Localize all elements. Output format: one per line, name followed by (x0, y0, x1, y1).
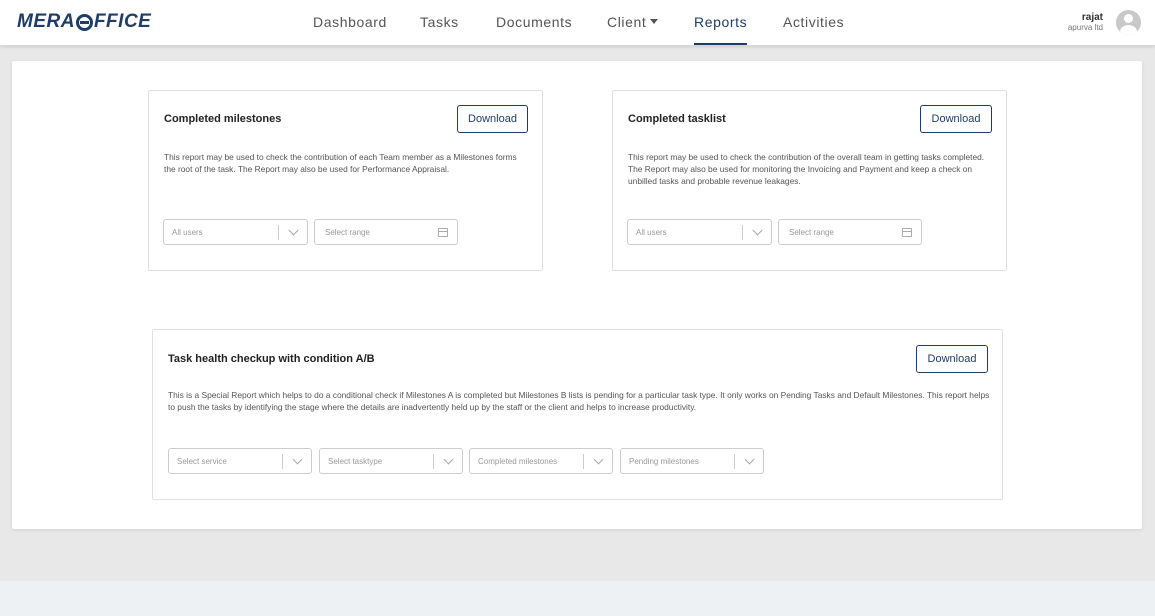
users-select[interactable]: All users (163, 219, 308, 245)
user-info[interactable]: rajat apurva ltd (1068, 12, 1103, 32)
users-select[interactable]: All users (627, 219, 772, 245)
date-range-picker[interactable]: Select range (778, 219, 922, 245)
download-button[interactable]: Download (920, 105, 992, 133)
chevron-down-icon (752, 225, 763, 236)
nav-item-reports[interactable]: Reports (694, 14, 748, 45)
avatar-body (1120, 25, 1137, 35)
card-description: This report may be used to check the con… (628, 152, 985, 186)
download-button[interactable]: Download (916, 345, 988, 373)
calendar-icon (902, 228, 912, 237)
date-range-picker[interactable]: Select range (314, 219, 458, 245)
select-separator (742, 225, 743, 240)
chevron-down-icon (593, 454, 604, 465)
chevron-down-icon (292, 454, 303, 465)
avatar-head (1124, 14, 1133, 23)
avatar-icon[interactable] (1116, 10, 1141, 35)
report-card-task-health-checkup: Task health checkup with condition A/B D… (152, 329, 1003, 500)
nav-item-reports-label: Reports (694, 14, 748, 30)
select-separator (282, 454, 283, 469)
page-footer (0, 581, 1155, 616)
nav-item-documents[interactable]: Documents (496, 14, 572, 30)
select-placeholder: Completed milestones (478, 457, 558, 466)
report-card-completed-tasklist: Completed tasklist Download This report … (612, 90, 1007, 271)
card-description: This is a Special Report which helps to … (168, 390, 990, 412)
service-select[interactable]: Select service (168, 448, 312, 474)
calendar-icon (438, 228, 448, 237)
card-description: This report may be used to check the con… (164, 152, 517, 174)
select-placeholder: Select tasktype (328, 457, 383, 466)
chevron-down-icon (443, 454, 454, 465)
card-title: Completed milestones (164, 113, 282, 125)
nav-item-tasks[interactable]: Tasks (420, 14, 459, 30)
top-navbar: MERA FFICE Dashboard Tasks Documents Cli… (0, 0, 1155, 46)
nav-item-dashboard[interactable]: Dashboard (313, 14, 387, 30)
card-title: Completed tasklist (628, 113, 726, 125)
reports-panel: Completed milestones Download This repor… (12, 61, 1142, 529)
tasktype-select[interactable]: Select tasktype (319, 448, 463, 474)
download-button[interactable]: Download (457, 105, 528, 133)
pending-milestones-select[interactable]: Pending milestones (620, 448, 764, 474)
completed-milestones-select[interactable]: Completed milestones (469, 448, 613, 474)
select-separator (433, 454, 434, 469)
report-card-completed-milestones: Completed milestones Download This repor… (148, 90, 543, 271)
user-org: apurva ltd (1067, 23, 1103, 32)
select-placeholder: Pending milestones (629, 457, 699, 466)
select-placeholder: All users (636, 228, 667, 237)
chevron-down-icon (288, 225, 299, 236)
caret-down-icon (650, 18, 659, 24)
nav-item-activities[interactable]: Activities (783, 14, 844, 30)
nav-item-client[interactable]: Client (607, 14, 659, 30)
nav-item-client-label: Client (607, 14, 647, 30)
select-placeholder: Select range (789, 228, 834, 237)
select-placeholder: Select range (325, 228, 370, 237)
select-separator (734, 454, 735, 469)
user-name: rajat (1081, 12, 1103, 23)
card-title: Task health checkup with condition A/B (168, 353, 375, 365)
main-nav: Dashboard Tasks Documents Client Reports… (0, 0, 1155, 46)
select-placeholder: All users (172, 228, 203, 237)
select-separator (278, 225, 279, 240)
chevron-down-icon (744, 454, 755, 465)
select-placeholder: Select service (177, 457, 227, 466)
active-tab-indicator (694, 43, 748, 45)
select-separator (583, 454, 584, 469)
